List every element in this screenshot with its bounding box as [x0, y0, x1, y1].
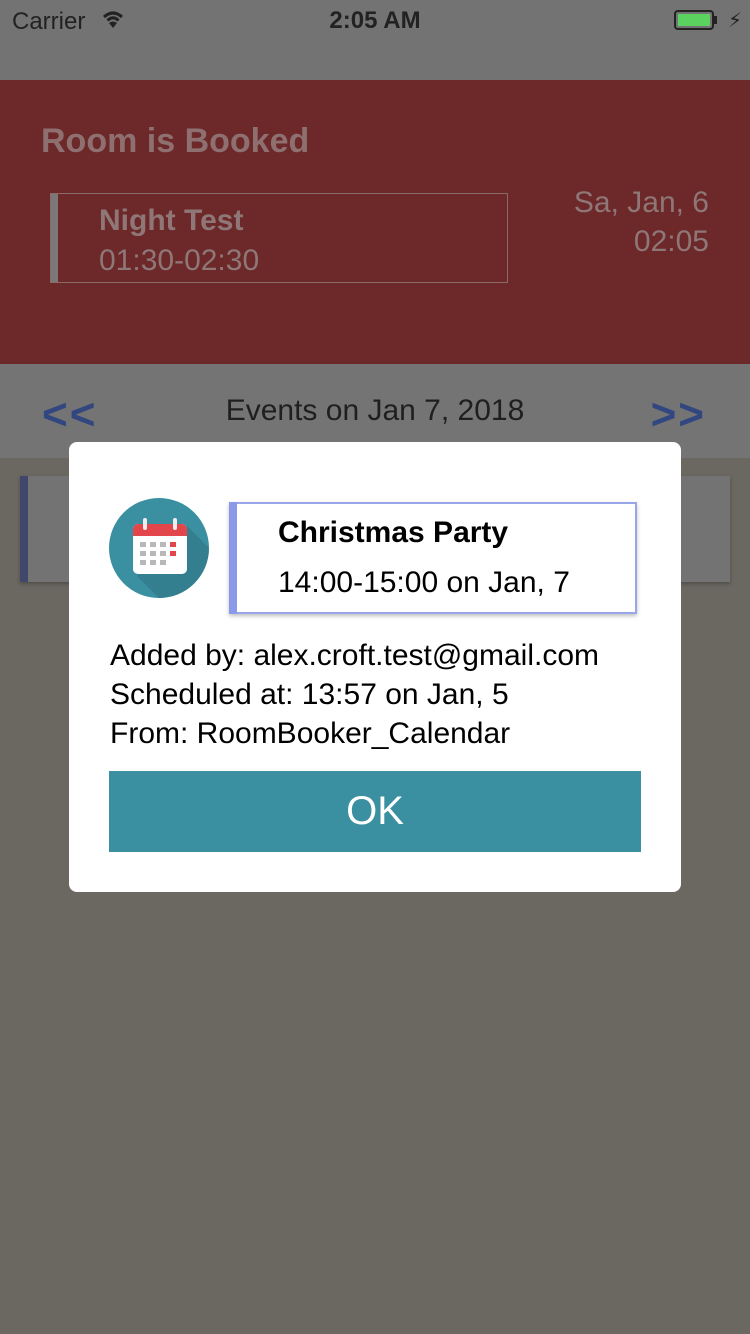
added-by-text: Added by: alex.croft.test@gmail.com	[110, 639, 599, 672]
status-time: 2:05 AM	[329, 7, 421, 34]
event-details-dialog: Christmas Party 14:00-15:00 on Jan, 7 Ad…	[69, 442, 681, 892]
calendar-icon	[109, 498, 209, 598]
current-event-accent	[51, 194, 58, 282]
charging-icon: ⚡	[728, 10, 743, 32]
scheduled-at-text: Scheduled at: 13:57 on Jan, 5	[110, 678, 509, 711]
status-bar: Carrier 2:05 AM ⚡	[0, 0, 750, 80]
dialog-event-time: 14:00-15:00 on Jan, 7	[278, 566, 570, 599]
next-day-button[interactable]: >>	[651, 390, 706, 440]
battery-icon	[674, 10, 717, 30]
events-date-title: Events on Jan 7, 2018	[225, 394, 525, 427]
dialog-event-accent	[229, 502, 237, 614]
ok-button[interactable]: OK	[109, 771, 641, 852]
dialog-event-details: Added by: alex.croft.test@gmail.com Sche…	[110, 636, 599, 753]
current-event-title: Night Test	[99, 204, 244, 237]
current-event-time: 01:30-02:30	[99, 244, 260, 277]
booking-status-title: Room is Booked	[41, 122, 310, 160]
event-row-accent	[20, 476, 28, 582]
clock-date: Sa, Jan, 6	[573, 186, 709, 219]
clock-time: 02:05	[633, 225, 709, 258]
current-event-card[interactable]: Night Test 01:30-02:30	[50, 193, 508, 283]
dialog-event-card: Christmas Party 14:00-15:00 on Jan, 7	[229, 502, 637, 614]
source-calendar-text: From: RoomBooker_Calendar	[110, 717, 511, 750]
booking-header: Room is Booked Night Test 01:30-02:30 Sa…	[0, 80, 750, 364]
dialog-event-title: Christmas Party	[278, 516, 509, 549]
